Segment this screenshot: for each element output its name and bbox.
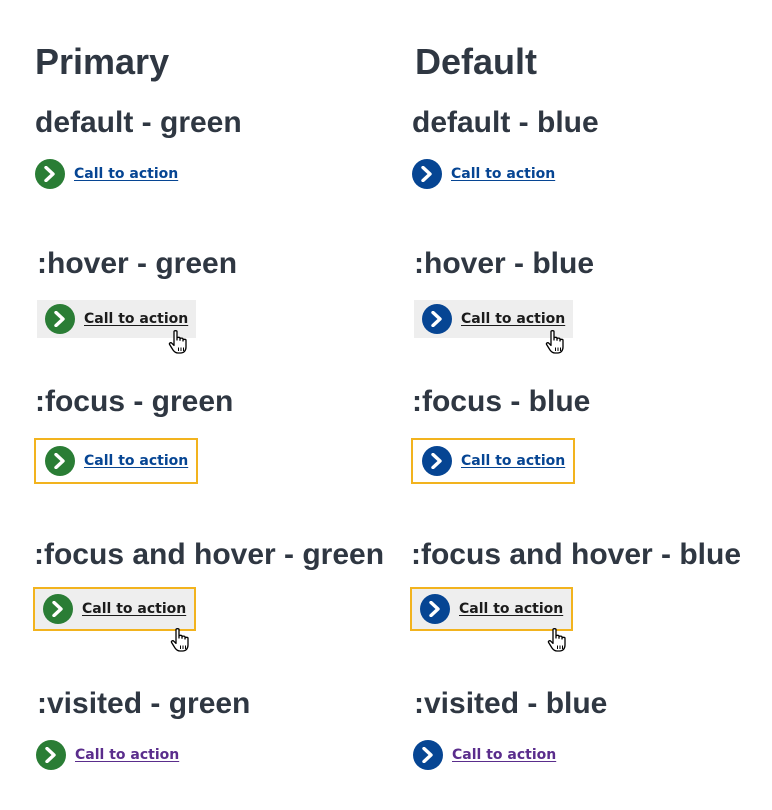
cta-link-visited-green[interactable]: Call to action <box>36 740 179 770</box>
cta-label: Call to action <box>461 453 566 469</box>
chevron-right-icon <box>45 304 75 334</box>
primary-column-title: Primary <box>35 41 170 82</box>
default-column-title: Default <box>415 41 538 82</box>
state-title-hover-blue: :hover - blue <box>414 247 595 280</box>
chevron-right-icon <box>43 594 73 624</box>
cta-label: Call to action <box>461 311 566 327</box>
hand-pointer-cursor-icon <box>168 330 187 354</box>
chevron-right-icon <box>413 740 443 770</box>
cta-label: Call to action <box>451 166 556 182</box>
chevron-right-icon <box>45 446 75 476</box>
cta-label: Call to action <box>74 166 179 182</box>
state-title-focus-hover-green: :focus and hover - green <box>34 538 385 571</box>
chevron-right-icon <box>420 594 450 624</box>
state-title-visited-blue: :visited - blue <box>414 687 608 720</box>
hand-pointer-cursor-icon <box>170 628 189 652</box>
cta-link-focus-blue[interactable]: Call to action <box>411 438 576 484</box>
chevron-right-icon <box>422 446 452 476</box>
state-title-hover-green: :hover - green <box>37 247 238 280</box>
state-title-focus-hover-blue: :focus and hover - blue <box>411 538 742 571</box>
cta-label: Call to action <box>452 747 557 763</box>
cta-label: Call to action <box>84 453 189 469</box>
hand-pointer-cursor-icon <box>547 628 566 652</box>
chevron-right-icon <box>36 740 66 770</box>
cta-link-default-green[interactable]: Call to action <box>35 159 178 189</box>
state-title-visited-green: :visited - green <box>37 687 251 720</box>
cta-link-focus-green[interactable]: Call to action <box>34 438 199 484</box>
cta-label: Call to action <box>459 601 564 617</box>
state-title-focus-blue: :focus - blue <box>412 385 591 418</box>
chevron-right-icon <box>412 159 442 189</box>
chevron-right-icon <box>422 304 452 334</box>
cta-label: Call to action <box>75 747 180 763</box>
cta-link-default-blue[interactable]: Call to action <box>412 159 555 189</box>
cta-label: Call to action <box>84 311 189 327</box>
hand-pointer-cursor-icon <box>545 330 564 354</box>
chevron-right-icon <box>35 159 65 189</box>
state-title-default-green: default - green <box>35 106 242 139</box>
state-title-focus-green: :focus - green <box>35 385 234 418</box>
cta-link-visited-blue[interactable]: Call to action <box>413 740 556 770</box>
cta-label: Call to action <box>82 601 187 617</box>
cta-link-focus-hover-green[interactable]: Call to action <box>33 587 197 631</box>
state-title-default-blue: default - blue <box>412 106 599 139</box>
cta-link-focus-hover-blue[interactable]: Call to action <box>410 587 574 631</box>
